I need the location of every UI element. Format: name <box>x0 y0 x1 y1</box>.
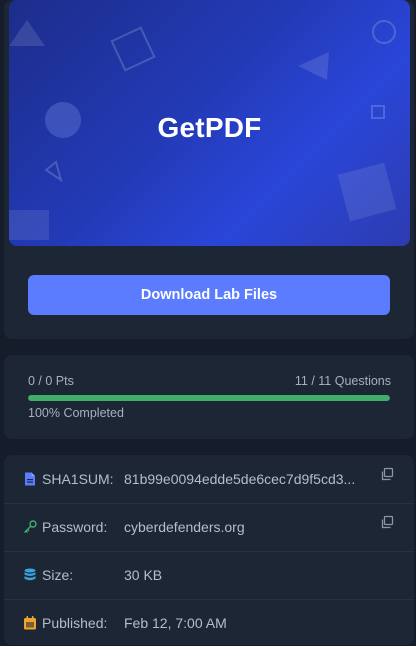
published-label: Published: <box>42 615 108 631</box>
key-icon <box>22 519 38 535</box>
copy-sha1sum-icon[interactable] <box>380 467 394 481</box>
size-row: Size: 30 KB <box>4 551 414 599</box>
lab-title: GetPDF <box>157 112 262 143</box>
file-icon <box>22 471 38 487</box>
completed-text: 100% Completed <box>28 406 124 420</box>
sha1sum-value: 81b99e0094edde5de6cec7d9f5cd3... <box>124 471 356 487</box>
published-row: Published: Feb 12, 7:00 AM <box>4 599 414 646</box>
sha1sum-label: SHA1SUM: <box>42 471 114 487</box>
database-icon <box>22 567 38 583</box>
lab-info-card: SHA1SUM: 81b99e0094edde5de6cec7d9f5cd3..… <box>4 455 414 645</box>
size-value: 30 KB <box>124 567 163 583</box>
points-text: 0 / 0 Pts <box>28 374 74 388</box>
password-row: Password: cyberdefenders.org <box>4 503 414 551</box>
lab-banner: GetPDF <box>9 0 410 246</box>
password-value: cyberdefenders.org <box>124 519 245 535</box>
size-label: Size: <box>42 567 74 583</box>
lab-panel: GetPDF Download Lab Files 0 / 0 Pts 11 /… <box>0 0 416 646</box>
progress-card: 0 / 0 Pts 11 / 11 Questions 100% Complet… <box>4 355 414 439</box>
progress-bar-fill <box>28 395 390 401</box>
password-label: Password: <box>42 519 108 535</box>
lab-header-card: GetPDF Download Lab Files <box>4 0 414 339</box>
progress-bar <box>28 395 390 401</box>
download-lab-files-button[interactable]: Download Lab Files <box>28 275 390 315</box>
copy-password-icon[interactable] <box>380 515 394 529</box>
calendar-icon <box>22 615 38 631</box>
sha1sum-row: SHA1SUM: 81b99e0094edde5de6cec7d9f5cd3..… <box>4 455 414 503</box>
questions-count: 11 / 11 Questions <box>294 374 391 388</box>
published-value: Feb 12, 7:00 AM <box>124 615 227 631</box>
